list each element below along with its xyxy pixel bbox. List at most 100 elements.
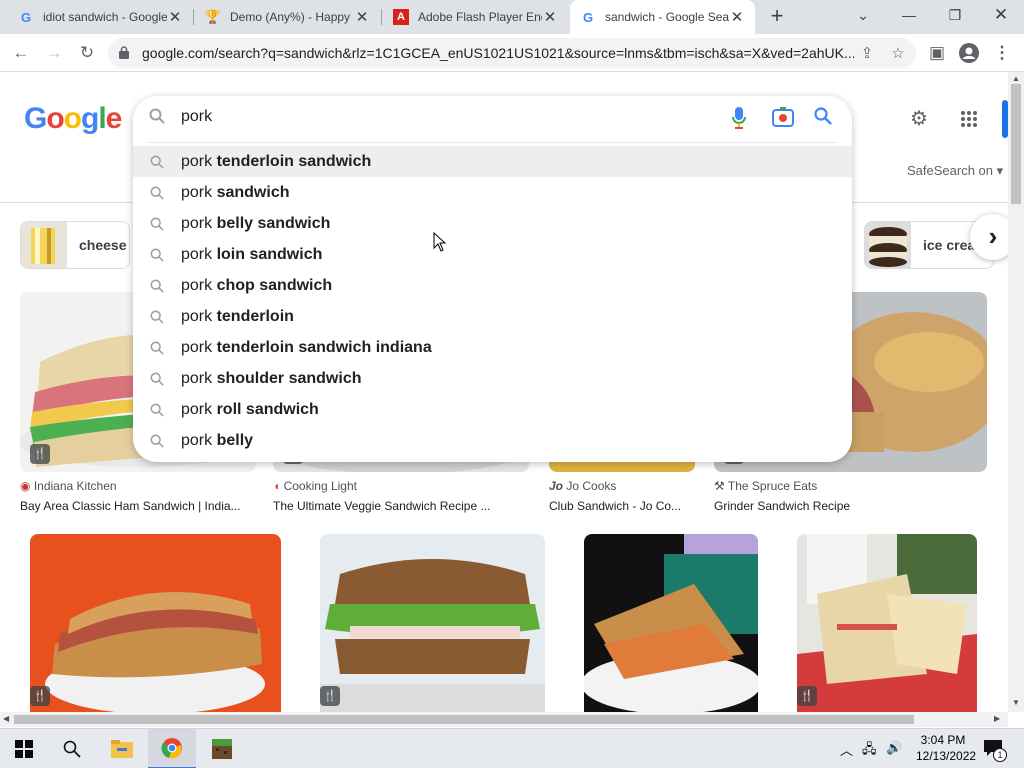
chevron-right-icon[interactable]: ›	[970, 214, 1008, 260]
clock-time: 3:04 PM	[920, 733, 966, 747]
close-window-button[interactable]: ✕	[978, 0, 1024, 30]
settings-gear-icon[interactable]: ⚙	[906, 106, 932, 132]
suggestion-item[interactable]: pork belly	[133, 425, 852, 456]
suggestion-completion: tenderloin sandwich indiana	[216, 338, 432, 356]
file-explorer-icon[interactable]	[98, 729, 146, 768]
close-tab-icon[interactable]: ✕	[354, 8, 370, 26]
system-clock[interactable]: 3:04 PM 12/13/2022	[916, 732, 976, 764]
image-search-camera-icon[interactable]	[771, 107, 795, 131]
suggestion-item[interactable]: pork loin sandwich	[133, 239, 852, 270]
tab-idiot-sandwich[interactable]: G idiot sandwich - Google ✕	[8, 0, 193, 34]
profile-avatar[interactable]	[957, 41, 981, 65]
scroll-left-arrow-icon[interactable]: ◀	[3, 714, 9, 723]
recipe-badge-icon: 🍴	[320, 686, 340, 706]
result-image-green-sandwich[interactable]: 🍴	[320, 534, 545, 712]
side-panel-icon[interactable]: ▣	[925, 41, 949, 65]
search-input[interactable]: pork	[181, 108, 212, 126]
scroll-up-arrow-icon[interactable]: ▲	[1012, 74, 1020, 83]
suggestion-search-icon	[133, 310, 181, 324]
network-icon[interactable]: 🖧	[862, 740, 877, 762]
apps-grid-icon[interactable]	[956, 106, 982, 132]
scroll-right-arrow-icon[interactable]: ▶	[994, 714, 1000, 723]
lock-icon[interactable]	[119, 46, 129, 59]
result-source[interactable]: ◖ Cooking Light	[273, 479, 357, 493]
source-name: Indiana Kitchen	[33, 479, 117, 493]
url-text[interactable]: google.com/search?q=sandwich&rlz=1C1GCEA…	[142, 38, 854, 68]
share-icon[interactable]: ⇪	[856, 43, 878, 65]
suggestion-completion: chop sandwich	[216, 276, 333, 294]
minecraft-icon[interactable]	[198, 729, 246, 768]
search-icon	[145, 107, 169, 131]
suggestion-completion: shoulder sandwich	[216, 369, 362, 387]
tab-strip: G idiot sandwich - Google ✕ 🏆 Demo (Any%…	[0, 0, 1024, 34]
show-hidden-icons-chevron-icon[interactable]: ︿	[840, 740, 853, 759]
suggestion-prefix: pork	[181, 338, 213, 356]
suggestion-search-icon	[133, 186, 181, 200]
vertical-scrollbar[interactable]: ▲ ▼	[1008, 72, 1024, 712]
result-source[interactable]: ⚒ The Spruce Eats	[714, 479, 817, 493]
suggestion-prefix: pork	[181, 400, 213, 418]
result-image-sub-sandwich[interactable]: 🍴	[30, 534, 281, 712]
search-submit-icon[interactable]	[811, 107, 835, 131]
suggestion-item[interactable]: pork belly sandwich	[133, 208, 852, 239]
new-tab-button[interactable]: +	[764, 3, 790, 31]
suggestion-item[interactable]: pork tenderloin sandwich indiana	[133, 332, 852, 363]
chrome-menu-icon[interactable]: ⋮	[990, 41, 1014, 65]
volume-icon[interactable]: 🔊	[886, 740, 902, 756]
windows-start-icon[interactable]	[0, 729, 48, 768]
suggestion-text: pork chop sandwich	[181, 277, 332, 295]
vertical-scroll-thumb[interactable]	[1011, 84, 1021, 204]
suggestion-search-icon	[133, 279, 181, 293]
result-image-toasted-sandwich[interactable]	[584, 534, 758, 712]
finger-sandwich-image	[797, 534, 977, 712]
search-input-row[interactable]: pork	[133, 96, 852, 142]
safesearch-toggle[interactable]: SafeSearch on ▾	[907, 163, 1003, 179]
suggestion-search-icon	[133, 403, 181, 417]
reload-button[interactable]: ↻	[75, 41, 99, 65]
tab-search-icon[interactable]: ⌄	[840, 0, 886, 30]
minimize-button[interactable]: —	[886, 0, 932, 30]
suggestion-item[interactable]: pork sandwich	[133, 177, 852, 208]
horizontal-scrollbar[interactable]: ◀ ▶	[0, 712, 1008, 727]
chrome-taskbar-icon[interactable]	[148, 729, 196, 768]
restore-button[interactable]: ❐	[932, 0, 978, 30]
suggestion-completion: loin sandwich	[216, 245, 323, 263]
google-logo[interactable]: Google	[24, 102, 122, 136]
back-button[interactable]: ←	[9, 41, 33, 65]
horizontal-scroll-thumb[interactable]	[14, 715, 914, 724]
result-caption[interactable]: Bay Area Classic Ham Sandwich | India...	[20, 499, 250, 513]
result-caption[interactable]: Grinder Sandwich Recipe	[714, 499, 974, 513]
bookmark-star-icon[interactable]: ☆	[887, 43, 909, 65]
chip-cheese[interactable]: cheese	[20, 221, 130, 269]
result-source[interactable]: Jo Jo Cooks	[549, 479, 616, 493]
result-caption[interactable]: Club Sandwich - Jo Co...	[549, 499, 699, 513]
suggestion-item[interactable]: pork chop sandwich	[133, 270, 852, 301]
suggestion-search-icon	[133, 217, 181, 231]
result-source[interactable]: ◉ Indiana Kitchen	[20, 479, 117, 493]
suggestion-completion: tenderloin sandwich	[216, 152, 372, 170]
source-name: The Spruce Eats	[727, 479, 818, 493]
suggestion-prefix: pork	[181, 214, 213, 232]
scroll-down-arrow-icon[interactable]: ▼	[1012, 698, 1020, 707]
forward-button[interactable]: →	[42, 41, 66, 65]
suggestion-item[interactable]: pork tenderloin sandwich	[133, 146, 852, 177]
suggestion-completion: sandwich	[216, 183, 290, 201]
voice-search-mic-icon[interactable]	[727, 107, 751, 131]
suggestion-item[interactable]: pork shoulder sandwich	[133, 363, 852, 394]
address-bar[interactable]: google.com/search?q=sandwich&rlz=1C1GCEA…	[108, 38, 916, 68]
suggestion-text: pork shoulder sandwich	[181, 370, 362, 388]
tab-sandwich-active[interactable]: G sandwich - Google Sea ✕	[570, 0, 755, 34]
google-images-page: Google ⚙ SafeSearch on ▾ cheese ice crea…	[0, 72, 1008, 712]
close-tab-icon[interactable]: ✕	[542, 8, 558, 26]
result-image-finger-sandwich[interactable]: 🍴	[797, 534, 977, 712]
close-tab-icon[interactable]: ✕	[167, 8, 183, 26]
tab-demo[interactable]: 🏆 Demo (Any%) - Happy ✕	[195, 0, 380, 34]
chip-label: ice crea	[923, 237, 976, 253]
close-tab-icon[interactable]: ✕	[729, 8, 745, 26]
taskbar-search-icon[interactable]	[48, 729, 96, 768]
tab-adobe-flash[interactable]: A Adobe Flash Player End ✕	[383, 0, 568, 34]
suggestion-item[interactable]: pork roll sandwich	[133, 394, 852, 425]
suggestion-item[interactable]: pork tenderloin	[133, 301, 852, 332]
result-caption[interactable]: The Ultimate Veggie Sandwich Recipe ...	[273, 499, 523, 513]
suggestion-search-icon	[133, 248, 181, 262]
